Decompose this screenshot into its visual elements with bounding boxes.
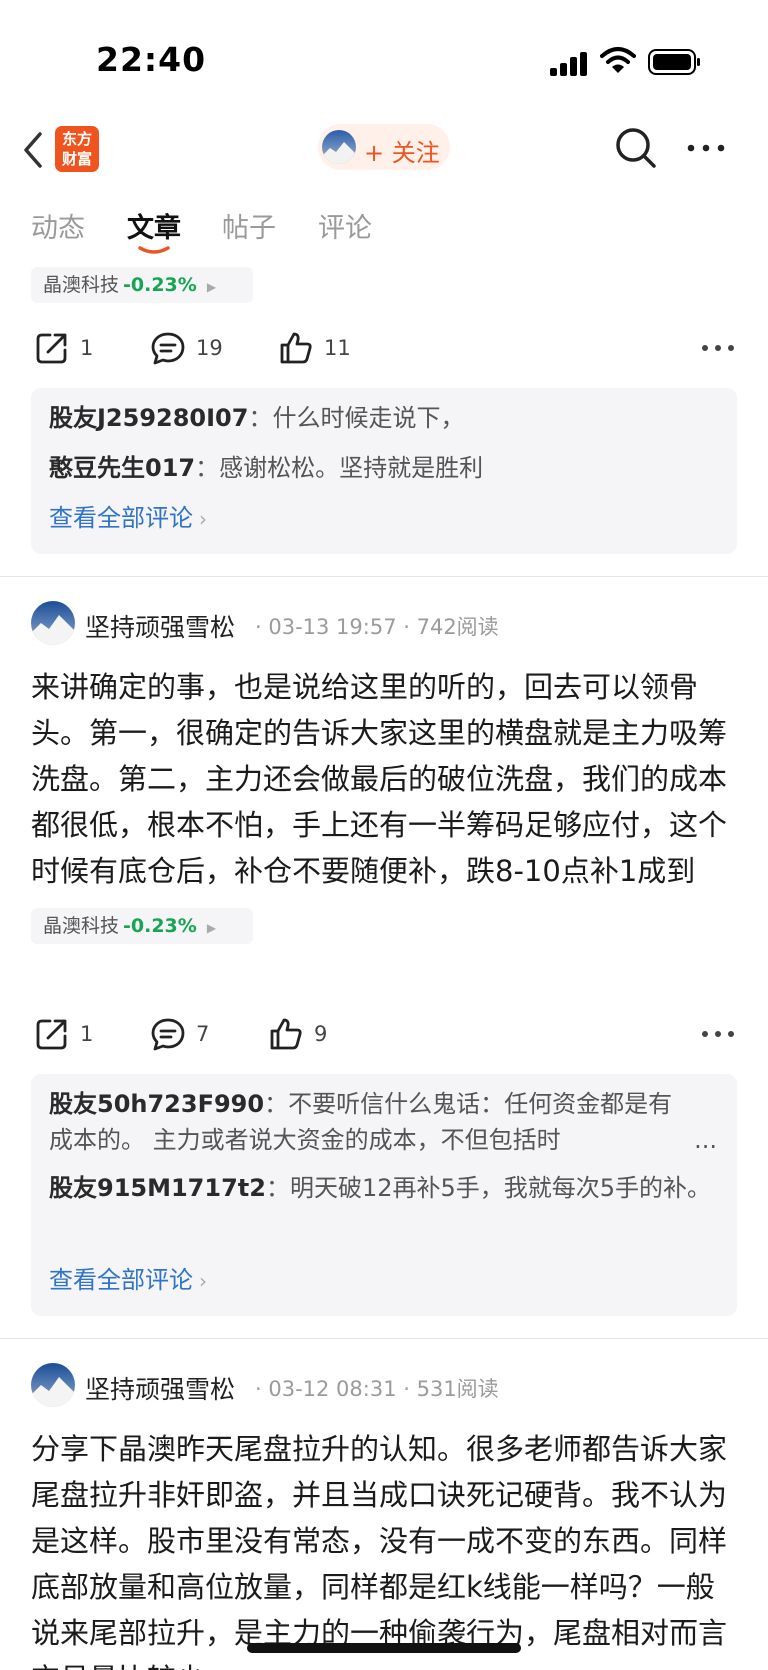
comment-item: 股友915M1717t2：明天破12再补5手，我就每次5手的补。 [49,1170,719,1206]
stock-change: -0.23% [123,274,197,296]
comment-user[interactable]: 憨豆先生017 [49,454,195,482]
comment-icon [151,332,185,365]
play-arrow-icon: ▶ [206,921,217,935]
back-icon[interactable] [14,128,54,172]
follow-button[interactable]: + 关注 [318,124,450,170]
nav-bar: 东方 财富 + 关注 [0,110,768,190]
post-meta: · 03-13 19:57 · 742阅读 [255,615,499,639]
comment-count: 19 [196,336,223,360]
battery-icon [648,49,700,75]
comment-separator: ： [265,1174,290,1202]
comment-separator: ： [195,454,220,482]
like-count: 11 [324,336,351,360]
comment-item: 股友50h723F990：不要听信什么鬼话：任何资金都是有成本的。 主力或者说大… [49,1086,719,1158]
comment-user[interactable]: 股友915M1717t2 [49,1174,266,1202]
tab-activity[interactable]: 动态 [31,206,85,245]
comment-text: 明天破12再补5手，我就每次5手的补。 [289,1174,712,1202]
home-indicator[interactable] [247,1643,521,1653]
logo-line-2: 财富 [61,150,92,168]
author-name[interactable]: 坚持顽强雪松 [85,608,235,644]
view-all-comments-link[interactable]: 查看全部评论 › [49,1260,207,1295]
app-logo[interactable]: 东方 财富 [55,126,99,172]
post-header: 坚持顽强雪松 · 03-13 19:57 · 742阅读 [31,601,737,647]
post-body[interactable]: 来讲确定的事，也是说给这里的听的，回去可以领骨头。第一，很确定的告诉大家这里的横… [31,664,731,896]
post-actions: 1 19 11 [0,326,768,376]
search-icon[interactable] [614,126,658,170]
author-name[interactable]: 坚持顽强雪松 [85,1370,235,1406]
more-icon[interactable] [686,136,726,160]
status-time: 22:40 [96,40,207,79]
follow-label: + 关注 [364,139,440,167]
divider [0,1338,768,1339]
view-all-label: 查看全部评论 [49,504,193,532]
comment-preview[interactable]: 股友50h723F990：不要听信什么鬼话：任何资金都是有成本的。 主力或者说大… [31,1074,737,1316]
share-count: 1 [80,1022,94,1046]
avatar[interactable] [31,1363,75,1407]
chevron-right-icon: › [199,1269,207,1293]
comment-item: 憨豆先生017：感谢松松。坚持就是胜利 [49,450,719,486]
post-header: 坚持顽强雪松 · 03-12 08:31 · 531阅读 [31,1363,737,1409]
comment-count: 7 [196,1022,210,1046]
avatar[interactable] [31,601,75,645]
profile-tabs: 动态 文章 帖子 评论 [0,200,768,256]
more-options-icon[interactable] [700,336,736,360]
like-count: 9 [314,1022,328,1046]
comment-user[interactable]: 股友J259280I07 [49,404,248,432]
comment-separator: ： [264,1090,289,1118]
post-actions: 1 7 9 [0,1012,768,1062]
tab-comments[interactable]: 评论 [318,206,372,245]
view-all-label: 查看全部评论 [49,1266,193,1294]
avatar [322,130,356,164]
stock-change: -0.23% [123,915,197,937]
post-body[interactable]: 分享下晶澳昨天尾盘拉升的认知。很多老师都告诉大家尾盘拉升非奸即盗，并且当成口诀死… [31,1426,731,1670]
stock-tag[interactable]: 晶澳科技 -0.23% ▶ [31,267,253,303]
stock-name: 晶澳科技 [43,915,120,937]
comment-ellipsis: ... [694,1126,717,1154]
comment-user[interactable]: 股友50h723F990 [49,1090,264,1118]
signal-icon [550,50,590,76]
comment-preview[interactable]: 股友J259280I07：什么时候走说下， 憨豆先生017：感谢松松。坚持就是胜… [31,388,737,554]
comment-item: 股友J259280I07：什么时候走说下， [49,400,719,436]
comment-icon [151,1018,185,1051]
tab-indicator [138,246,170,254]
share-icon [36,1019,67,1050]
comment-text: 感谢松松。坚持就是胜利 [219,454,484,482]
status-bar: 22:40 [0,0,768,110]
divider [0,576,768,577]
tab-posts[interactable]: 帖子 [222,206,276,245]
share-count: 1 [80,336,94,360]
logo-line-1: 东方 [61,130,92,148]
play-arrow-icon: ▶ [206,280,217,294]
comment-separator: ： [248,404,273,432]
more-options-icon[interactable] [700,1022,736,1046]
stock-tag[interactable]: 晶澳科技 -0.23% ▶ [31,908,253,944]
post-meta: · 03-12 08:31 · 531阅读 [255,1377,499,1401]
view-all-comments-link[interactable]: 查看全部评论 › [49,498,207,533]
share-icon [36,333,67,364]
thumbs-up-icon [270,1018,302,1050]
comment-text: 什么时候走说下， [272,404,465,432]
chevron-right-icon: › [199,507,207,531]
tab-articles[interactable]: 文章 [127,206,181,245]
stock-name: 晶澳科技 [43,274,120,296]
thumbs-up-icon [280,332,312,364]
wifi-icon [600,47,636,73]
